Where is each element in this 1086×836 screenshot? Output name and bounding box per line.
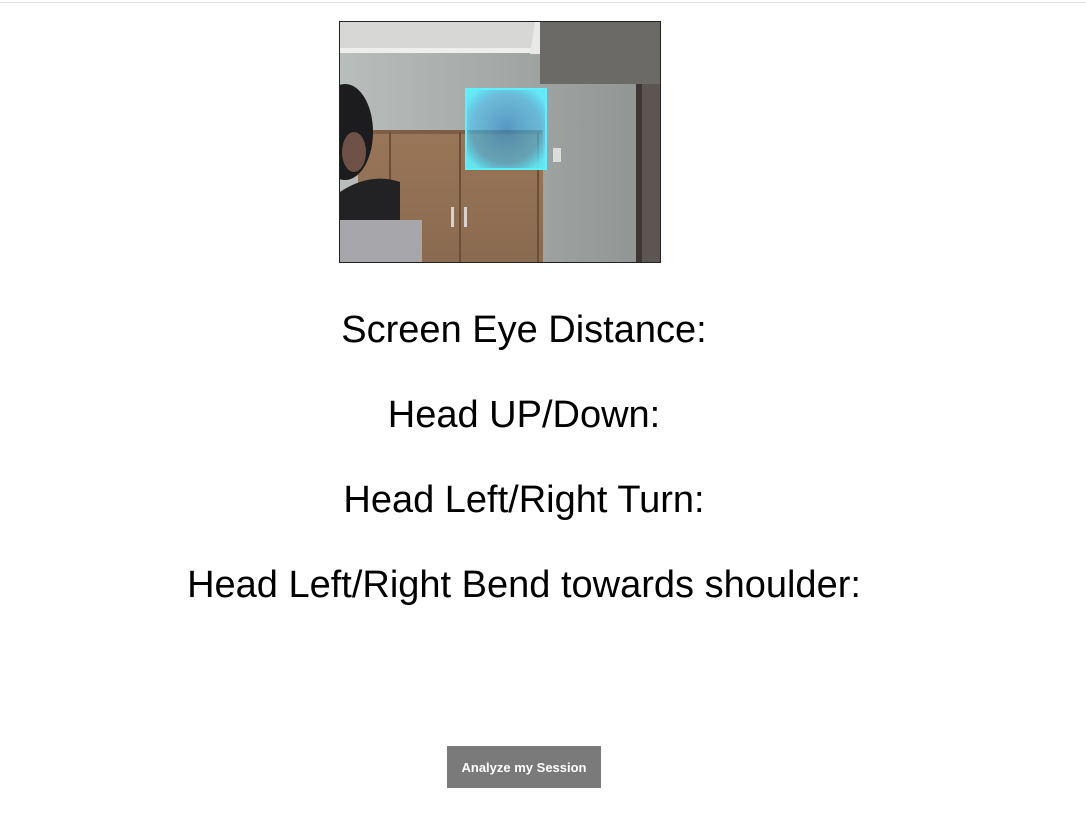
head-up-down-label: Head UP/Down: [387, 394, 661, 436]
webcam-preview [339, 21, 661, 263]
top-divider [0, 2, 1086, 3]
head-bend-towards-shoulder-label: Head Left/Right Bend towards shoulder: [187, 564, 861, 606]
screen-eye-distance-label: Screen Eye Distance: [341, 309, 707, 351]
analyze-session-button[interactable]: Analyze my Session [447, 746, 601, 788]
head-left-right-turn-label: Head Left/Right Turn: [343, 479, 705, 521]
webcam-frame-image [340, 22, 660, 262]
page: Screen Eye Distance: Head UP/Down: Head … [0, 0, 1086, 836]
